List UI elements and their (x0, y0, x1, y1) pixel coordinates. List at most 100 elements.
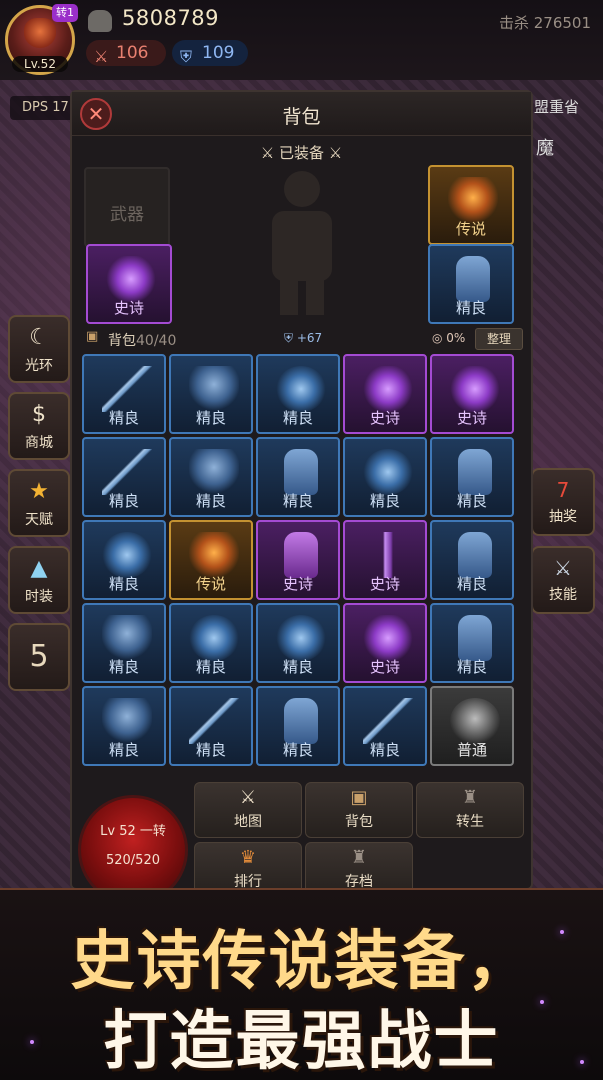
inventory-item[interactable]: 精良 (256, 354, 340, 434)
inventory-item[interactable]: 精良 (169, 354, 253, 434)
weapon-slot[interactable]: 武器 (84, 167, 170, 247)
inventory-item[interactable]: 精良 (169, 437, 253, 517)
ranking-icon: ♛ (239, 847, 257, 868)
panel-header: ✕ 背包 (72, 92, 531, 136)
inventory-item[interactable]: 精良 (82, 354, 166, 434)
inventory-item-label: 精良 (369, 741, 400, 759)
inventory-item[interactable]: 精良 (82, 520, 166, 600)
inventory-item-label: 精良 (282, 492, 313, 510)
armor-icon (102, 698, 152, 744)
bag-nav-label: 背包 (345, 814, 373, 830)
inventory-item[interactable]: 精良 (82, 603, 166, 683)
fashion-button[interactable]: ▲ 时装 (8, 546, 70, 614)
shop-label: 商城 (25, 435, 53, 451)
slot-machine-icon: 7 (556, 478, 570, 502)
legend-icon (189, 532, 239, 578)
inventory-item-label: 精良 (456, 492, 487, 510)
inventory-item[interactable]: 精良 (256, 603, 340, 683)
defense-value: 109 (202, 43, 235, 63)
boots-slot[interactable]: 精良 (428, 244, 514, 324)
inventory-item[interactable]: 精良 (169, 686, 253, 766)
gold-amount: 5808789 (122, 6, 220, 30)
fashion-label: 时装 (25, 589, 53, 605)
spark-decoration (560, 930, 564, 934)
hp-value: 520/520 (105, 853, 160, 868)
inventory-item[interactable]: 史诗 (256, 520, 340, 600)
gold-icon (88, 10, 112, 32)
rebirth-button[interactable]: ♜ 转生 (416, 782, 524, 838)
inventory-item[interactable]: 精良 (343, 437, 427, 517)
inventory-item-label: 精良 (108, 741, 139, 759)
character-silhouette (272, 171, 332, 315)
inventory-item[interactable]: 传说 (169, 520, 253, 600)
armor-icon (189, 366, 239, 412)
player-level: Lv.52 (12, 56, 68, 72)
shield-icon (102, 532, 152, 578)
boots-icon (284, 449, 318, 495)
skills-button[interactable]: ⚔ 技能 (531, 546, 595, 614)
inventory-item-label: 史诗 (456, 409, 487, 427)
drop-percent: ◎ 0% (432, 331, 466, 345)
bag-nav-button[interactable]: ▣ 背包 (305, 782, 413, 838)
shield-icon (189, 615, 239, 661)
inventory-item[interactable]: 精良 (82, 686, 166, 766)
demon-label: 魔 (536, 138, 554, 159)
map-label: 地图 (234, 814, 262, 830)
money-bag-icon: $ (32, 402, 46, 427)
inventory-panel: ✕ 背包 ⚔ 已装备 ⚔ 武器 传说 史诗 精良 ▣ 背包40/40 ⛨ +67… (70, 90, 533, 890)
shop-button[interactable]: $ 商城 (8, 392, 70, 460)
shield-icon (276, 366, 326, 412)
bag-count: 背包40/40 (108, 333, 177, 349)
inventory-item-label: 精良 (195, 658, 226, 676)
inventory-item[interactable]: 精良 (430, 520, 514, 600)
lottery-button[interactable]: 7 抽奖 (531, 468, 595, 536)
inventory-item-label: 精良 (282, 741, 313, 759)
demon-icon (363, 615, 413, 661)
sort-button[interactable]: 整理 (475, 328, 523, 350)
halo-label: 光环 (25, 358, 53, 374)
inventory-item[interactable]: 史诗 (343, 520, 427, 600)
inventory-item[interactable]: 史诗 (430, 354, 514, 434)
halo-button[interactable]: ☾ 光环 (8, 315, 70, 383)
boots-icon (456, 256, 490, 302)
inventory-item-label: 精良 (282, 658, 313, 676)
shield-icon (363, 449, 413, 495)
bag-status-bar: ▣ 背包40/40 ⛨ +67 ◎ 0% 整理 (80, 328, 524, 350)
sidebar-number-button[interactable]: 5 (8, 623, 70, 691)
inventory-item-label: 史诗 (369, 658, 400, 676)
lottery-label: 抽奖 (549, 509, 577, 525)
inventory-item[interactable]: 史诗 (343, 603, 427, 683)
bag-icon: ▣ (86, 329, 99, 344)
halo-icon: ☾ (29, 325, 49, 350)
armor-icon (189, 449, 239, 495)
inventory-item-label: 精良 (282, 409, 313, 427)
inventory-item[interactable]: 精良 (430, 437, 514, 517)
inventory-item[interactable]: 精良 (256, 686, 340, 766)
inventory-item[interactable]: 精良 (430, 603, 514, 683)
warrior-face-icon (24, 18, 56, 48)
rebirth-badge: 转1 (52, 4, 78, 22)
epic-chest-icon (106, 256, 156, 302)
rebirth-label: 转生 (456, 814, 484, 830)
sword-icon (363, 698, 413, 744)
inventory-item-label: 普通 (456, 741, 487, 759)
inventory-item[interactable]: 精良 (169, 603, 253, 683)
chest-slot[interactable]: 史诗 (86, 244, 172, 324)
inventory-item[interactable]: 精良 (343, 686, 427, 766)
inventory-item[interactable]: 史诗 (343, 354, 427, 434)
inventory-item-label: 精良 (108, 658, 139, 676)
boots-slot-label: 精良 (455, 299, 486, 317)
talent-button[interactable]: ★ 天赋 (8, 469, 70, 537)
location-label: 盟重省 (534, 98, 580, 116)
inventory-item-label: 史诗 (369, 575, 400, 593)
helmet-slot[interactable]: 传说 (428, 165, 514, 245)
map-button[interactable]: ⚔ 地图 (194, 782, 302, 838)
inventory-item-label: 传说 (195, 575, 226, 593)
attack-stat: ⚔ 106 (86, 40, 166, 66)
demon-icon (450, 366, 500, 412)
inventory-item[interactable]: 精良 (82, 437, 166, 517)
inventory-item[interactable]: 普通 (430, 686, 514, 766)
talent-label: 天赋 (25, 512, 53, 528)
inventory-item[interactable]: 精良 (256, 437, 340, 517)
spark-decoration (540, 1000, 544, 1004)
